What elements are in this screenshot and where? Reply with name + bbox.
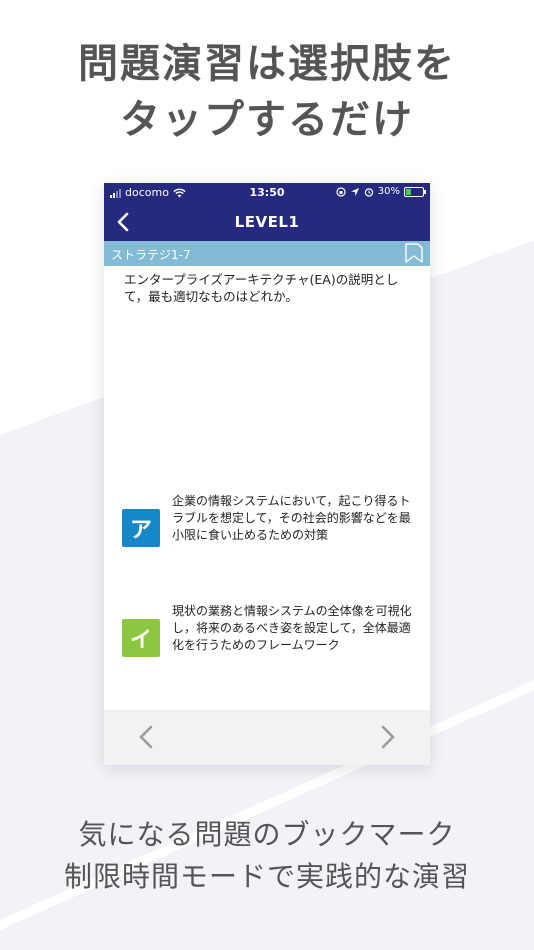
prev-question-button[interactable] [132,722,162,752]
choice-b-badge[interactable]: イ [122,619,160,657]
headline-line-1: 問題演習は選択肢を [78,41,456,87]
status-right: 30% [332,186,426,197]
promo-footer: 気になる問題のブックマーク 制限時間モードで実践的な演習 [0,814,534,898]
phone-screen: docomo 13:50 30% LEVEL1 ストラテジ1-7 エンタープライ… [104,183,430,765]
promo-headline: 問題演習は選択肢を タップするだけ [0,36,534,148]
category-bar: ストラテジ1-7 [104,241,430,266]
choice-b[interactable]: イ 現状の業務と情報システムの全体像を可視化し，将来のあるべき姿を設定して，全体… [122,603,422,657]
alarm-icon [364,187,373,197]
bottom-nav-bar [104,710,430,765]
lock-rotation-icon [336,186,346,197]
next-question-button[interactable] [372,722,402,752]
headline-line-2: タップするだけ [120,97,414,143]
category-label: ストラテジ1-7 [111,248,191,262]
location-icon [350,187,359,196]
choice-a-text[interactable]: 企業の情報システムにおいて，起こり得るトラブルを想定して，その社会的影響などを最… [172,493,422,544]
battery-percent: 30% [377,186,400,197]
nav-title: LEVEL1 [234,213,300,231]
question-text: エンタープライズアーキテクチャ(EA)の説明として，最も適切なものはどれか。 [124,272,399,304]
choice-a[interactable]: ア 企業の情報システムにおいて，起こり得るトラブルを想定して，その社会的影響など… [122,493,422,547]
chevron-right-icon [381,725,395,749]
footer-line-2: 制限時間モードで実践的な演習 [63,860,470,893]
choice-b-text[interactable]: 現状の業務と情報システムの全体像を可視化し，将来のあるべき姿を設定して，全体最適… [172,603,422,654]
status-bar: docomo 13:50 30% [104,183,430,203]
battery-icon [404,186,426,197]
bookmark-icon [405,243,423,263]
bookmark-button[interactable] [404,242,424,264]
nav-bar: LEVEL1 [104,203,430,241]
choice-a-badge[interactable]: ア [122,509,160,547]
footer-line-1: 気になる問題のブックマーク [78,818,456,851]
chevron-left-icon [139,725,153,749]
